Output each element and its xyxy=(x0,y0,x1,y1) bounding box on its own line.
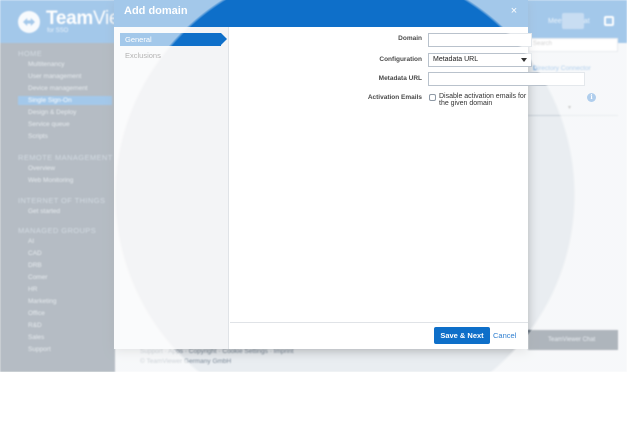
directory-connector-link[interactable]: Directory Connector xyxy=(533,65,591,72)
sidebar-item[interactable]: Support xyxy=(28,346,112,353)
brand-bold: Team xyxy=(46,8,94,29)
sidebar-item[interactable]: DRB xyxy=(28,262,112,269)
configuration-label: Configuration xyxy=(379,56,422,63)
footer-copyright: © TeamViewer Germany GmbH xyxy=(140,358,232,365)
sidebar-item[interactable]: User management xyxy=(28,73,112,80)
close-icon[interactable]: × xyxy=(507,4,521,18)
notification-icon[interactable] xyxy=(604,16,614,26)
activation-emails-label: Activation Emails xyxy=(367,94,422,101)
disable-activation-emails-label[interactable]: Disable activation emails for the given … xyxy=(439,93,528,107)
sidebar-item[interactable]: Office xyxy=(28,310,112,317)
avatar[interactable] xyxy=(562,13,584,29)
disable-activation-emails-checkbox[interactable] xyxy=(429,94,436,101)
dialog-header: Add domain × xyxy=(114,0,528,27)
sidebar-item[interactable]: Overview xyxy=(28,165,112,172)
sidebar-item[interactable]: Marketing xyxy=(28,298,112,305)
cancel-button[interactable]: Cancel xyxy=(493,327,528,344)
sidebar-item[interactable]: Design & Deploy xyxy=(28,109,112,116)
sidebar-item[interactable]: Multitenancy xyxy=(28,61,112,68)
metadata-url-label: Metadata URL xyxy=(378,75,422,82)
search-input[interactable]: Search xyxy=(528,38,618,52)
sidebar-item[interactable]: Comer xyxy=(28,274,112,281)
chevron-down-icon xyxy=(521,58,527,62)
sidebar-section-title: INTERNET OF THINGS xyxy=(18,196,106,205)
sidebar-item[interactable]: HR xyxy=(28,286,112,293)
page-footer: Support · Apps · Copyright · Cookie Sett… xyxy=(140,347,294,367)
bottom-whitespace xyxy=(0,372,627,423)
sidebar-item[interactable]: Scripts xyxy=(28,133,112,140)
sidebar-item[interactable]: Service queue xyxy=(28,121,112,128)
dialog-nav: General Exclusions xyxy=(114,27,229,349)
sidebar: HOME Multitenancy User management Device… xyxy=(0,43,115,372)
metadata-url-input[interactable] xyxy=(428,72,585,86)
sidebar-item[interactable]: AI xyxy=(28,238,112,245)
add-domain-dialog: Add domain × General Exclusions Domain C… xyxy=(114,0,596,349)
sidebar-item-active[interactable]: Single Sign-On xyxy=(18,96,112,105)
table-row: ▾ xyxy=(528,100,618,116)
sidebar-item[interactable]: R&D xyxy=(28,322,112,329)
sidebar-section-title: MANAGED GROUPS xyxy=(18,226,97,235)
configuration-value: Metadata URL xyxy=(433,56,479,63)
info-icon[interactable]: i xyxy=(587,93,596,102)
chat-widget[interactable]: TeamViewer Chat xyxy=(528,330,618,350)
sidebar-item[interactable]: Get started xyxy=(28,208,112,215)
brand-subtitle: for SSO xyxy=(47,28,69,34)
sidebar-item[interactable]: Device management xyxy=(28,85,112,92)
domain-label: Domain xyxy=(398,35,422,42)
sidebar-item[interactable]: Web Monitoring xyxy=(28,177,112,184)
dialog-title: Add domain xyxy=(124,5,188,17)
sidebar-item[interactable]: Sales xyxy=(28,334,112,341)
save-next-button[interactable]: Save & Next xyxy=(434,327,490,344)
sidebar-item[interactable]: CAD xyxy=(28,250,112,257)
general-form: Domain Configuration Metadata URL Metada… xyxy=(230,27,596,349)
sidebar-section-title: REMOTE MANAGEMENT xyxy=(18,153,113,162)
tab-exclusions[interactable]: Exclusions xyxy=(120,49,221,62)
tab-general[interactable]: General xyxy=(120,33,227,46)
domain-input[interactable] xyxy=(428,33,532,47)
sidebar-section-title: HOME xyxy=(18,49,43,58)
configuration-select[interactable]: Metadata URL xyxy=(428,53,532,67)
